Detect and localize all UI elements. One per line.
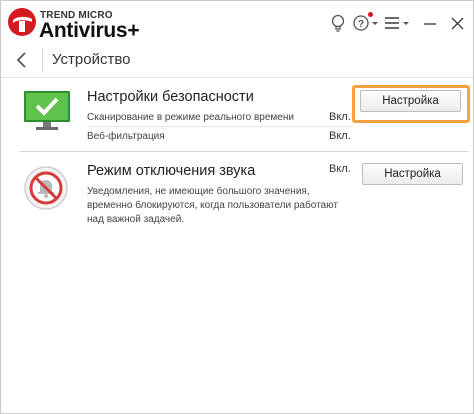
realtime-scan-label: Сканирование в режиме реального времени <box>87 112 294 123</box>
chevron-left-icon <box>16 52 26 68</box>
row-divider <box>87 126 353 127</box>
title-bar: TREND MICRO Antivirus+ ? <box>1 1 473 43</box>
back-button[interactable] <box>11 49 33 71</box>
security-settings-title: Настройки безопасности <box>87 89 254 105</box>
notification-dot <box>368 12 373 17</box>
silent-mode-description: Уведомления, не имеющие большого значени… <box>87 186 338 225</box>
close-icon[interactable] <box>450 13 464 33</box>
minimize-icon[interactable] <box>422 13 438 33</box>
section-divider <box>19 151 469 152</box>
menu-icon[interactable] <box>384 13 410 33</box>
lightbulb-icon[interactable] <box>330 13 346 33</box>
silent-mode-title: Режим отключения звука <box>87 163 256 179</box>
security-settings-button[interactable]: Настройка <box>360 90 461 112</box>
monitor-check-icon <box>24 91 70 130</box>
muted-bell-icon <box>24 166 68 210</box>
realtime-scan-status: Вкл. <box>329 111 351 123</box>
silent-mode-settings-button[interactable]: Настройка <box>362 163 463 185</box>
silent-mode-status: Вкл. <box>329 163 351 175</box>
web-filter-status: Вкл. <box>329 130 351 142</box>
web-filter-label: Веб-фильтрация <box>87 131 165 142</box>
brand-name: Antivirus+ <box>39 19 140 42</box>
navigation-bar: Устройство <box>1 43 473 78</box>
page-title: Устройство <box>52 51 131 68</box>
app-window: TREND MICRO Antivirus+ ? Устройство Наст… <box>0 0 474 414</box>
help-icon[interactable]: ? <box>353 13 379 33</box>
trend-micro-logo-icon <box>8 8 36 36</box>
svg-text:?: ? <box>358 19 364 30</box>
nav-divider <box>42 48 43 72</box>
